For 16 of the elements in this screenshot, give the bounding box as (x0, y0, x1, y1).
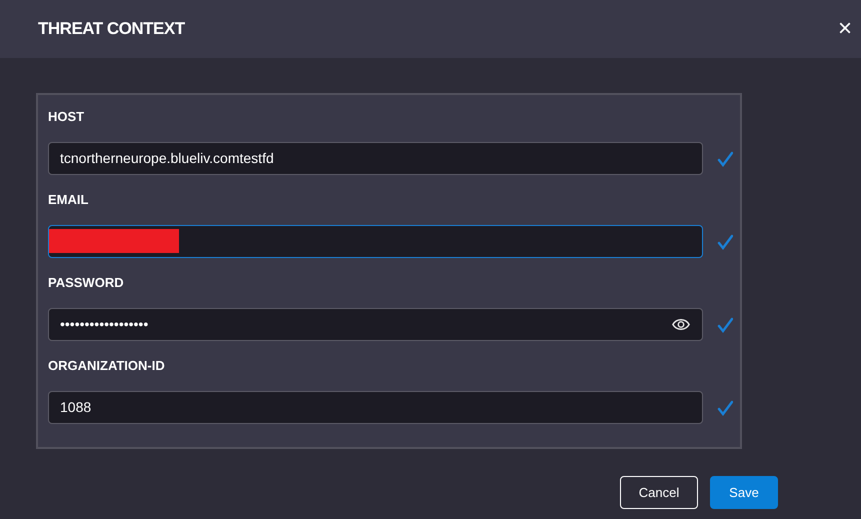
close-button[interactable]: × (833, 14, 857, 44)
field-label: EMAIL (48, 191, 90, 209)
field-label: HOST (48, 108, 86, 126)
password-field[interactable]: •••••••••••••••••• (48, 308, 703, 341)
eye-icon[interactable] (672, 318, 690, 331)
dialog-title: THREAT CONTEXT (38, 18, 185, 40)
cancel-button[interactable]: Cancel (620, 476, 698, 509)
field-value: •••••••••••••••••• (60, 315, 148, 334)
field-value: tcnortherneurope.blueliv.comtestfd (60, 149, 274, 168)
field-label: PASSWORD (48, 274, 125, 292)
save-button[interactable]: Save (710, 476, 778, 509)
field-value: 1088 (60, 398, 92, 417)
input-field[interactable]: 1088 (48, 391, 703, 424)
field-label: ORGANIZATION-ID (48, 357, 166, 375)
input-field[interactable] (48, 225, 703, 258)
input-field[interactable]: tcnortherneurope.blueliv.comtestfd (48, 142, 703, 175)
